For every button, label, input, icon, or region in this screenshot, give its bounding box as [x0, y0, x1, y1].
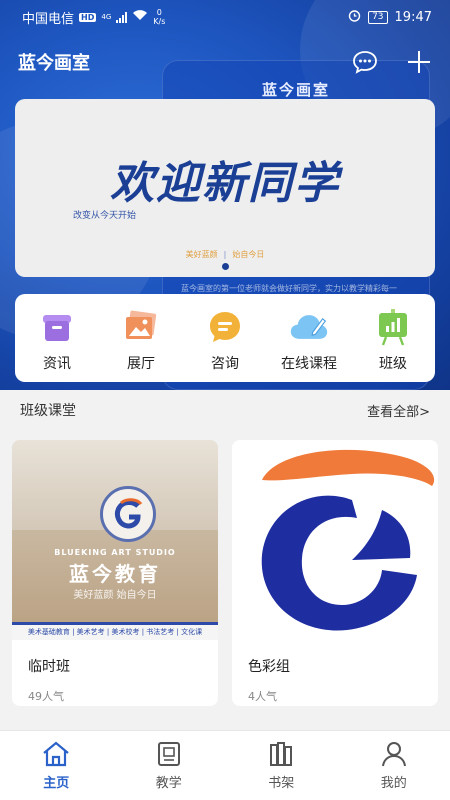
class-card[interactable]: 色彩组 4人气: [232, 440, 438, 706]
bookshelf-icon: [270, 742, 293, 766]
menu-label: 咨询: [211, 356, 239, 372]
menu-item-news[interactable]: 资讯: [17, 307, 97, 373]
card-image-studio: BLUEKING ART STUDIO 蓝今教育 美好蓝颜 始自今日 美术基础教…: [12, 440, 218, 640]
card-popularity: 49人气: [28, 690, 64, 703]
chat-bubble-icon: [205, 307, 245, 347]
cloud-pen-icon: [289, 307, 329, 347]
add-button[interactable]: [406, 49, 432, 75]
studio-course-strip: 美术基础教育 | 美术艺考 | 美术校考 | 书法艺考 | 文化课: [12, 622, 218, 640]
menu-label: 资讯: [43, 356, 71, 372]
banner-subtext: 改变从今天开始: [73, 211, 137, 221]
network-type: 4G: [101, 13, 112, 21]
tab-label: 主页: [43, 776, 70, 791]
tab-label: 我的: [380, 776, 407, 791]
class-card[interactable]: BLUEKING ART STUDIO 蓝今教育 美好蓝颜 始自今日 美术基础教…: [12, 440, 218, 706]
card-title: 临时班: [28, 659, 70, 675]
alarm-icon: [348, 9, 361, 26]
quick-menu: 资讯 展厅 咨询 在线课程 班级: [15, 294, 435, 382]
tab-label: 教学: [155, 776, 182, 791]
status-bar: 中国电信 HD 4G 0 K/s 73 19:47: [0, 0, 450, 34]
class-section-header: 班级课堂 查看全部>: [0, 390, 450, 430]
net-speed: 0 K/s: [153, 8, 166, 26]
menu-item-consult[interactable]: 咨询: [185, 307, 265, 373]
menu-label: 在线课程: [281, 356, 337, 372]
profile-icon: [381, 742, 406, 767]
chat-dots-icon: [353, 51, 377, 74]
app-bar: 蓝今画室: [0, 44, 450, 80]
welcome-banner[interactable]: 欢迎新同学 改变从今天开始 美好蓝颜 | 始自今日: [15, 99, 435, 277]
studio-slogan: 美好蓝颜 始自今日: [73, 590, 157, 601]
menu-label: 班级: [379, 356, 407, 372]
bottom-tab-bar: 主页 教学 书架 我的: [0, 730, 450, 800]
tab-home[interactable]: 主页: [0, 731, 113, 800]
message-button[interactable]: [352, 49, 378, 75]
card-title: 色彩组: [248, 659, 290, 675]
tab-teaching[interactable]: 教学: [113, 731, 226, 800]
tab-bookshelf[interactable]: 书架: [225, 731, 338, 800]
studio-logo-icon: [100, 486, 156, 542]
signal-icon: [116, 11, 128, 23]
gallery-icon: [121, 307, 161, 347]
hd-badge: HD: [79, 12, 97, 22]
class-board-icon: [373, 307, 413, 347]
banner-headline: 欢迎新同学: [110, 158, 340, 209]
menu-item-online-course[interactable]: 在线课程: [269, 307, 349, 373]
poster-title: 蓝今画室: [261, 81, 330, 99]
section-title: 班级课堂: [20, 403, 76, 419]
card-image-logo: [232, 440, 438, 640]
teaching-icon: [157, 742, 180, 766]
carousel-indicator[interactable]: [222, 263, 229, 270]
menu-item-gallery[interactable]: 展厅: [101, 307, 181, 373]
news-box-icon: [37, 307, 77, 347]
card-popularity: 4人气: [248, 690, 277, 703]
menu-item-class[interactable]: 班级: [353, 307, 433, 373]
tab-label: 书架: [268, 776, 295, 791]
banner-footer: 美好蓝颜 | 始自今日: [185, 250, 265, 259]
clock: 19:47: [394, 9, 432, 25]
battery-indicator: 73: [368, 10, 388, 24]
view-all-link[interactable]: 查看全部>: [367, 401, 430, 420]
wifi-icon: [132, 9, 148, 25]
plus-icon: [408, 51, 430, 73]
blueking-logo-icon: [261, 449, 435, 631]
home-icon: [43, 741, 69, 767]
tab-profile[interactable]: 我的: [338, 731, 450, 800]
app-title: 蓝今画室: [18, 53, 90, 74]
studio-cn-text: 蓝今教育: [69, 562, 161, 586]
carrier-label: 中国电信: [22, 11, 75, 27]
studio-en-text: BLUEKING ART STUDIO: [54, 548, 176, 557]
menu-label: 展厅: [127, 356, 155, 372]
